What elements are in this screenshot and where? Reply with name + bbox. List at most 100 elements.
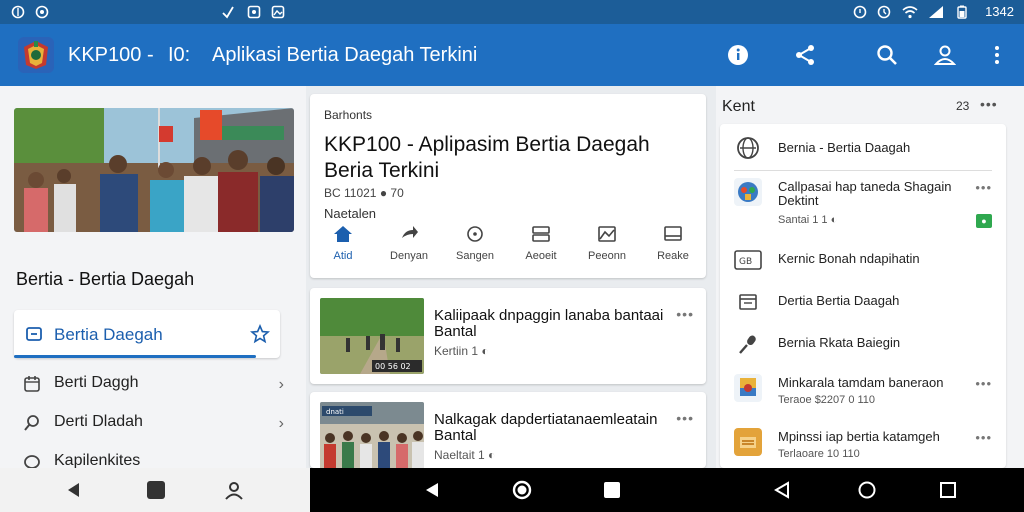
app-icon	[734, 178, 762, 206]
featured-title: KKP100 - Aplipasim Bertia Daegah Beria T…	[324, 133, 650, 182]
recents-icon	[940, 482, 956, 498]
thumb-caption: dnati	[326, 408, 344, 416]
settings-status-icon	[34, 4, 50, 20]
nav-item-active-label: Bertia Daegah	[54, 325, 163, 344]
more-horiz-icon[interactable]: •••	[975, 376, 992, 391]
search-button[interactable]	[872, 40, 902, 70]
right-title: Kent	[722, 98, 755, 115]
flag-icon	[734, 374, 762, 402]
recents-button[interactable]	[600, 478, 624, 502]
story-card-1[interactable]: 00 56 02 Kaliipaak dnpaggin lanaba banta…	[310, 288, 706, 384]
right-item-sub: Terlaoare 10 110	[778, 448, 860, 460]
nav-item-1[interactable]: Berti Daggh ›	[14, 366, 288, 402]
more-horiz-icon[interactable]: •••	[975, 430, 992, 445]
person-icon	[225, 482, 243, 500]
right-list: Bernia - Bertia Daagah Callpasai hap tan…	[720, 124, 1006, 468]
status-bar: 1342	[0, 0, 1024, 24]
home-button[interactable]	[144, 478, 168, 502]
right-item-2[interactable]: Callpasai hap taneda Shagain Dektint San…	[720, 172, 1006, 234]
chevron-right-icon: ›	[278, 415, 284, 432]
right-item-5[interactable]: Bernia Rkata Baiegin	[720, 322, 1006, 366]
tab-peeonn[interactable]: Peeonn	[574, 224, 640, 264]
mic-icon	[734, 330, 762, 358]
back-button[interactable]	[420, 478, 444, 502]
story-thumbnail: 00 56 02	[320, 298, 424, 374]
inbox-icon	[24, 324, 44, 344]
right-item-3[interactable]: GB Kernic Bonah ndapihatin	[720, 238, 1006, 280]
info-button[interactable]	[723, 40, 753, 70]
info-icon	[728, 45, 748, 65]
home-square-icon	[147, 481, 165, 499]
right-item-sub: Santai 1 1 ◐	[778, 214, 838, 226]
grid-icon	[531, 224, 551, 244]
story-thumbnail: dnati	[320, 402, 424, 468]
hero-image[interactable]	[14, 108, 294, 232]
right-item-label: Bernia Rkata Baiegin	[778, 335, 901, 350]
right-item-1[interactable]: Bernia - Bertia Daagah	[720, 124, 1006, 170]
nav-item-1-label: Berti Daggh	[54, 374, 139, 391]
story-card-2[interactable]: dnati Nalkagak dapdertiatanaemleatain Ba…	[310, 392, 706, 468]
account-button[interactable]	[222, 478, 246, 502]
back-button[interactable]	[62, 478, 86, 502]
status-time: 1342	[985, 4, 1014, 19]
wifi-icon	[902, 4, 918, 20]
chevron-right-icon: ›	[278, 376, 284, 393]
calendar-icon	[734, 288, 762, 316]
share-icon	[796, 45, 814, 65]
search-icon	[877, 45, 897, 65]
folder-icon	[734, 428, 762, 456]
nav-item-2-label: Derti Dladah	[54, 413, 143, 430]
tab-reake[interactable]: Reake	[640, 224, 706, 264]
recents-button[interactable]	[936, 478, 960, 502]
home-button[interactable]	[510, 478, 534, 502]
divider	[734, 170, 992, 171]
alarm-icon	[852, 4, 868, 20]
more-horiz-icon[interactable]: •••	[980, 96, 998, 112]
more-horiz-icon[interactable]: •••	[676, 410, 694, 426]
share-button[interactable]	[790, 40, 820, 70]
share-icon	[399, 224, 419, 244]
featured-meta: BC 11021 ● 70	[324, 186, 404, 200]
more-horiz-icon[interactable]: •••	[676, 306, 694, 322]
right-item-label: Dertia Bertia Daagah	[778, 293, 900, 308]
nav-item-active[interactable]: Bertia Daegah	[14, 310, 280, 358]
notification-icon	[10, 4, 26, 20]
tab-atid[interactable]: Atid	[310, 224, 376, 264]
home-button[interactable]	[855, 478, 879, 502]
active-indicator	[14, 355, 256, 358]
tab-label: Denyan	[390, 250, 428, 262]
more-horiz-icon[interactable]: •••	[975, 180, 992, 195]
right-panel: Kent 23 ••• Bernia - Bertia Daagah Callp…	[716, 86, 1024, 468]
thumb-caption: 00 56 02	[375, 362, 411, 371]
nav-bar-center	[310, 468, 720, 512]
featured-card[interactable]: Barhonts KKP100 - Aplipasim Bertia Daega…	[310, 94, 706, 278]
calendar-icon	[22, 374, 42, 394]
tab-aeoeit[interactable]: Aeoeit	[508, 224, 574, 264]
right-item-6[interactable]: Minkarala tamdam baneraon Teraoe $2207 0…	[720, 368, 1006, 420]
right-item-label: Kernic Bonah ndapihatin	[778, 251, 920, 266]
tab-denyan[interactable]: Denyan	[376, 224, 442, 264]
app-logo[interactable]	[18, 37, 54, 73]
right-count: 23	[956, 99, 970, 113]
right-item-label: Mpinssi iap bertia katamgeh	[778, 429, 940, 444]
star-icon[interactable]	[250, 324, 270, 344]
home-circle-icon	[858, 481, 876, 499]
battery-icon	[954, 4, 970, 20]
recents-icon	[604, 482, 620, 498]
profile-button[interactable]	[930, 40, 960, 70]
search-small-icon	[22, 413, 42, 433]
status-badge: ●	[976, 214, 992, 228]
message-icon	[246, 4, 262, 20]
back-button[interactable]	[770, 478, 794, 502]
right-item-label: Callpasai hap taneda Shagain Dektint	[778, 179, 952, 208]
nav-item-2[interactable]: Derti Dladah ›	[14, 405, 288, 441]
tab-label: Sangen	[456, 250, 494, 262]
tab-label: Peeonn	[588, 250, 626, 262]
nav-item-3[interactable]: Kapilenkites	[14, 444, 288, 468]
right-item-7[interactable]: Mpinssi iap bertia katamgeh Terlaoare 10…	[720, 422, 1006, 468]
overflow-menu-button[interactable]	[982, 40, 1012, 70]
tab-sangen[interactable]: Sangen	[442, 224, 508, 264]
right-item-4[interactable]: Dertia Bertia Daagah	[720, 280, 1006, 322]
back-icon	[426, 483, 438, 497]
image-icon	[597, 224, 617, 244]
